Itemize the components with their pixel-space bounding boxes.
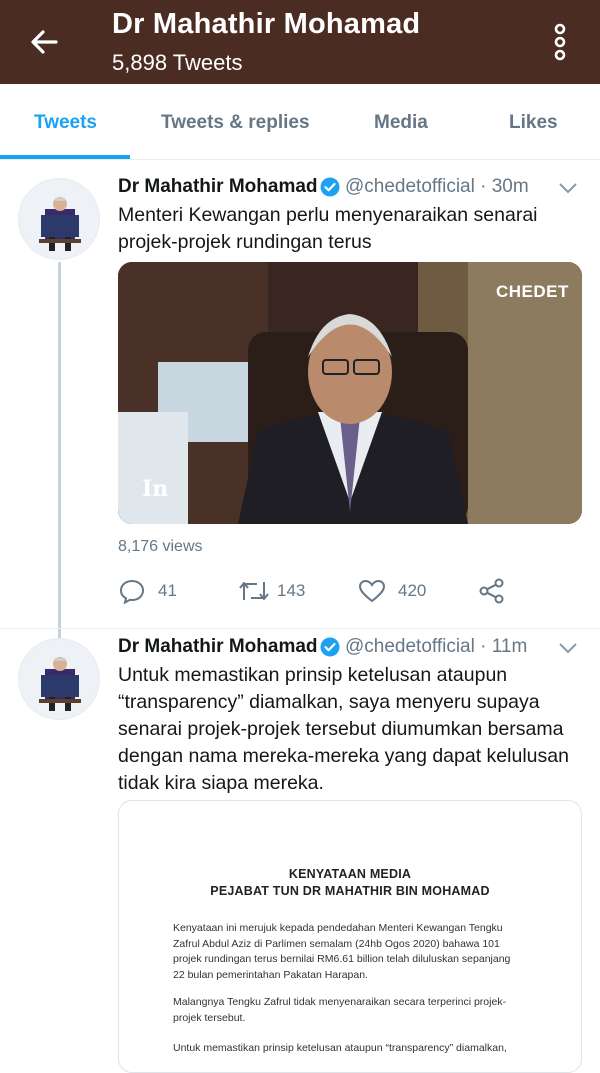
document-paragraph: Malangnya Tengku Zafrul tidak menyenarai… bbox=[173, 995, 547, 1026]
tweet-author-name[interactable]: Dr Mahathir Mohamad bbox=[118, 636, 318, 658]
avatar[interactable] bbox=[18, 638, 100, 720]
profile-header: Dr Mahathir Mohamad 5,898 Tweets bbox=[0, 0, 600, 84]
chevron-down-icon[interactable] bbox=[558, 181, 578, 195]
document-line: 22 bulan pemerintahan Pakatan Harapan. bbox=[173, 968, 368, 981]
document-heading: KENYATAAN MEDIA bbox=[288, 867, 412, 881]
back-arrow-icon[interactable] bbox=[26, 24, 62, 60]
tweet-handle-time[interactable]: @chedetofficial · 30m bbox=[345, 176, 529, 198]
document-line: Kenyataan ini merujuk kepada pendedahan … bbox=[173, 922, 503, 934]
document-line: projek rundingan terus bernilai RM6.61 b… bbox=[173, 953, 511, 965]
document-line: Zafrul Abdul Aziz di Parlimen semalam (2… bbox=[173, 937, 500, 950]
tab-tweets[interactable]: Tweets bbox=[34, 112, 97, 134]
tweet-text-line: tidak kira siapa mereka. bbox=[118, 772, 324, 794]
tab-likes[interactable]: Likes bbox=[509, 112, 558, 134]
reply-icon[interactable] bbox=[118, 578, 146, 604]
tweet-text-line: Menteri Kewangan perlu menyenaraikan sen… bbox=[118, 204, 538, 226]
tweet-author-name[interactable]: Dr Mahathir Mohamad bbox=[118, 176, 318, 198]
reply-count: 41 bbox=[158, 581, 177, 600]
chevron-down-icon[interactable] bbox=[558, 641, 578, 655]
tweet-handle-time[interactable]: @chedetofficial · 11m bbox=[345, 636, 527, 658]
document-line: projek tersebut. bbox=[173, 1011, 246, 1024]
more-options-icon[interactable] bbox=[548, 22, 572, 62]
video-logo: In bbox=[142, 476, 169, 502]
tweet-count: 5,898 Tweets bbox=[112, 50, 243, 75]
retweet-count: 143 bbox=[277, 581, 306, 600]
tweet-text-line: dengan nama mereka-mereka yang dapat kel… bbox=[118, 745, 569, 767]
document-paragraph: Untuk memastikan prinsip ketelusan ataup… bbox=[173, 1041, 547, 1057]
document-line: Malangnya Tengku Zafrul tidak menyenarai… bbox=[173, 996, 507, 1008]
document-line: Untuk memastikan prinsip ketelusan ataup… bbox=[173, 1042, 507, 1054]
thread-connector bbox=[58, 262, 61, 640]
like-count: 420 bbox=[398, 581, 427, 600]
tab-media[interactable]: Media bbox=[374, 112, 428, 134]
document-subheading: PEJABAT TUN DR MAHATHIR BIN MOHAMAD bbox=[210, 884, 490, 898]
avatar[interactable] bbox=[18, 178, 100, 260]
tweet-divider bbox=[0, 628, 600, 629]
tweet-image-document[interactable]: KENYATAAN MEDIA PEJABAT TUN DR MAHATHIR … bbox=[118, 800, 582, 1073]
tweet-text: Untuk memastikan prinsip ketelusan ataup… bbox=[118, 662, 569, 797]
view-count: 8,176 views bbox=[118, 538, 203, 555]
profile-name: Dr Mahathir Mohamad bbox=[112, 8, 421, 40]
tweet-video[interactable]: CHEDET In bbox=[118, 262, 582, 524]
tweet-text-line: senarai projek-projek tersebut diumumkan… bbox=[118, 718, 564, 740]
video-watermark: CHEDET bbox=[496, 282, 569, 301]
verified-badge-icon bbox=[320, 637, 340, 657]
avatar-photo bbox=[19, 179, 99, 259]
document-paragraph: Kenyataan ini merujuk kepada pendedahan … bbox=[173, 921, 547, 983]
verified-badge-icon bbox=[320, 177, 340, 197]
tweet-text: Menteri Kewangan perlu menyenaraikan sen… bbox=[118, 202, 538, 256]
tweet-text-line: Untuk memastikan prinsip ketelusan ataup… bbox=[118, 664, 508, 686]
like-heart-icon[interactable] bbox=[358, 578, 386, 604]
share-icon[interactable] bbox=[478, 578, 506, 604]
profile-tabs: Tweets Tweets & replies Media Likes bbox=[0, 84, 600, 160]
tweet-text-line: “transparency” diamalkan, saya menyeru s… bbox=[118, 691, 540, 713]
tweet-text-line: projek-projek rundingan terus bbox=[118, 231, 372, 253]
retweet-icon[interactable] bbox=[238, 578, 270, 604]
active-tab-indicator bbox=[0, 155, 130, 159]
tab-tweets-replies[interactable]: Tweets & replies bbox=[161, 112, 310, 134]
avatar-photo bbox=[19, 639, 99, 719]
